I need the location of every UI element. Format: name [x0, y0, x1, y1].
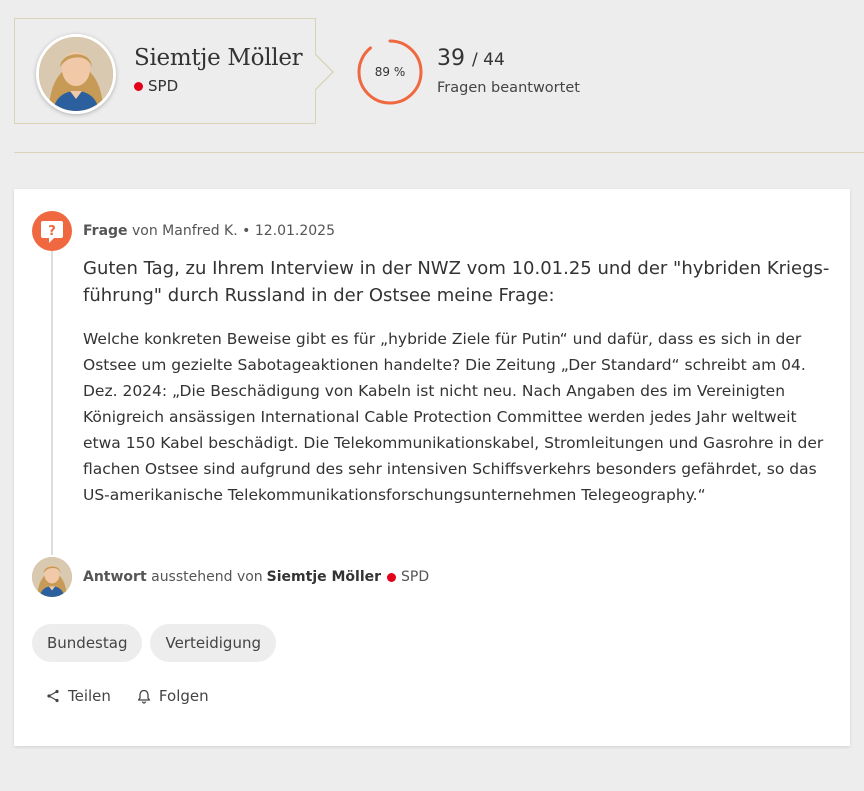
party-label: SPD — [134, 77, 178, 95]
portrait-image-small — [32, 557, 72, 597]
answer-party: SPD — [401, 569, 430, 585]
answer-politician-name[interactable]: Siemtje Möller — [267, 569, 381, 585]
answer-avatar — [32, 557, 72, 597]
question-body: Welche konkreten Beweise gibt es für „hy… — [83, 330, 824, 504]
tag-bundestag[interactable]: Bundestag — [32, 624, 143, 662]
answer-meta: Antwort ausstehend von Siemtje Möller SP… — [83, 569, 429, 585]
answer-label: Antwort — [83, 569, 147, 585]
svg-text:?: ? — [48, 224, 56, 239]
follow-label: Folgen — [158, 687, 209, 705]
answered-count: 39 / 44 — [437, 46, 505, 71]
question-card: ? Frage von Manfred K. • 12.01.2025 Gute… — [14, 189, 850, 746]
avatar — [36, 34, 116, 114]
share-icon — [47, 689, 59, 703]
share-button[interactable]: Teilen — [46, 687, 111, 705]
question-bubble-icon: ? — [32, 211, 72, 251]
follow-button[interactable]: Folgen — [137, 687, 209, 705]
answer-rate-percent: 89 % — [374, 65, 406, 79]
tag-verteidigung[interactable]: Verteidigung — [150, 624, 276, 662]
party-color-dot — [134, 81, 143, 91]
total-number: / 44 — [472, 50, 505, 70]
politician-name[interactable]: Siemtje Möller — [134, 45, 303, 71]
party-name: SPD — [148, 77, 179, 95]
card-pointer-fill — [314, 54, 332, 90]
answered-label: Fragen beantwortet — [437, 80, 580, 96]
answer-status: ausstehend von — [151, 569, 263, 585]
thread-line — [51, 251, 53, 555]
question-label: Frage — [83, 223, 128, 239]
header-divider — [14, 152, 864, 153]
party-color-dot — [387, 572, 397, 582]
question-title: Guten Tag, zu Ihrem Interview in der NWZ… — [83, 258, 830, 306]
profile-card[interactable]: Siemtje Möller SPD — [14, 18, 334, 124]
tag-list: Bundestag Verteidigung — [32, 624, 276, 662]
question-meta: Frage von Manfred K. • 12.01.2025 — [83, 223, 335, 239]
share-label: Teilen — [68, 687, 111, 705]
answered-number: 39 — [437, 46, 465, 71]
portrait-image — [39, 37, 113, 111]
question-author-date: von Manfred K. • 12.01.2025 — [132, 223, 335, 239]
bell-icon — [137, 689, 151, 704]
action-bar: Teilen Folgen — [46, 687, 209, 705]
